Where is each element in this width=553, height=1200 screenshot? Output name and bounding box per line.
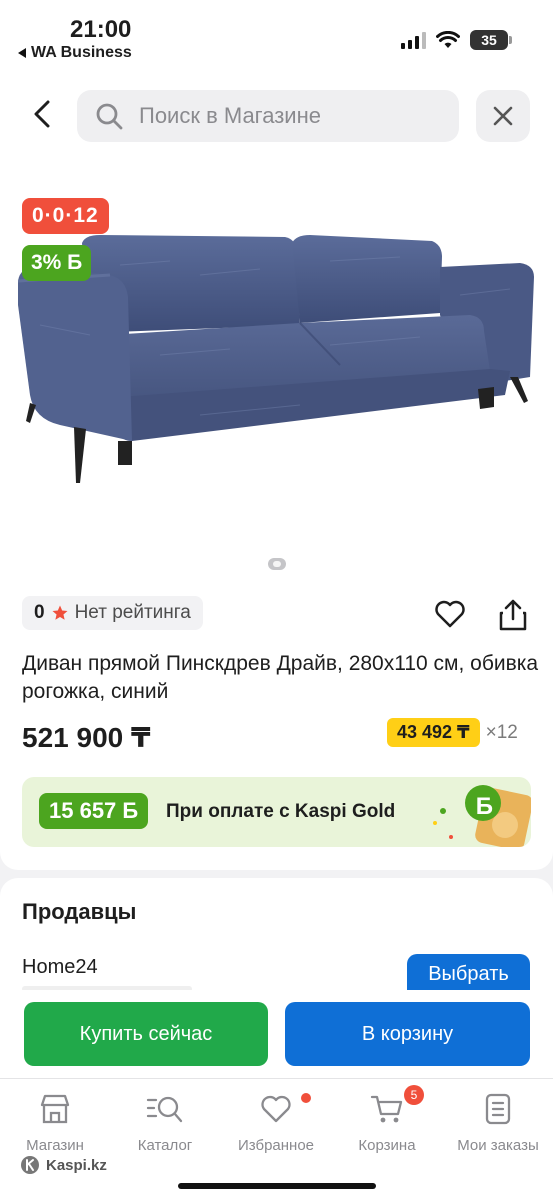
gold-bonus-text: При оплате с Kaspi Gold — [166, 801, 396, 822]
tab-cart[interactable]: 5 Корзина — [332, 1085, 442, 1154]
wifi-icon — [436, 31, 460, 48]
rating-chip[interactable]: 0 Нет рейтинга — [22, 596, 203, 630]
favorites-notification-dot — [301, 1093, 311, 1103]
product-card: 0·0·12 3% Б 0 Нет рейтинга Диван прямой … — [0, 165, 553, 870]
gallery-page-indicator — [268, 558, 286, 570]
tab-catalog[interactable]: Каталог — [110, 1091, 220, 1154]
share-icon — [499, 599, 527, 631]
tab-label-catalog: Каталог — [137, 1137, 193, 1154]
kaspi-logo-icon — [21, 1156, 39, 1174]
back-button[interactable] — [20, 92, 64, 136]
search-icon — [96, 103, 123, 130]
sellers-heading: Продавцы — [22, 899, 137, 924]
seller-name[interactable]: Home24 — [22, 956, 98, 979]
add-to-cart-button[interactable]: В корзину — [285, 1002, 530, 1066]
store-icon — [40, 1094, 70, 1124]
tab-store[interactable]: Магазин — [0, 1091, 110, 1154]
kaspi-gold-bonus-banner[interactable]: 15 657 Б При оплате с Kaspi Gold Б — [22, 777, 531, 847]
battery-indicator: 35 — [470, 30, 512, 50]
cart-count-badge: 5 — [404, 1085, 424, 1105]
product-image-gallery[interactable]: 0·0·12 3% Б — [0, 165, 553, 585]
installment-months: ×12 — [485, 721, 518, 743]
bottom-tab-bar: Магазин Каталог Избранное 5 Корзина Мои … — [0, 1078, 553, 1200]
installment-info[interactable]: 43 492 ₸ ×12 — [387, 718, 518, 747]
status-time: 21:00 — [70, 16, 132, 43]
heart-icon — [261, 1095, 291, 1123]
search-header — [0, 70, 553, 165]
back-app-label: WA Business — [31, 44, 132, 61]
buy-now-button[interactable]: Купить сейчас — [24, 1002, 268, 1066]
search-bar[interactable] — [77, 90, 459, 142]
tab-orders[interactable]: Мои заказы — [443, 1091, 553, 1154]
bonus-percent-badge: 3% Б — [22, 245, 92, 281]
close-icon — [493, 106, 513, 126]
choose-seller-button[interactable]: Выбрать — [407, 954, 530, 994]
tab-label-orders: Мои заказы — [457, 1137, 539, 1154]
home-indicator[interactable] — [178, 1183, 376, 1189]
catalog-search-icon — [146, 1096, 183, 1123]
installment-promo-badge: 0·0·12 — [22, 198, 109, 234]
kaspi-brand-text: Kaspi.kz — [46, 1156, 107, 1174]
chevron-left-icon — [34, 100, 50, 128]
heart-outline-icon — [435, 600, 465, 628]
orders-icon — [485, 1093, 511, 1125]
rating-value: 0 — [34, 602, 45, 623]
gold-bonus-amount: 15 657 Б — [39, 793, 149, 829]
product-title: Диван прямой Пинскдрев Драйв, 280x110 см… — [22, 652, 539, 703]
star-icon — [52, 605, 68, 620]
product-price: 521 900 ₸ — [22, 722, 151, 753]
installment-amount: 43 492 ₸ — [387, 718, 480, 747]
cart-icon — [370, 1095, 403, 1123]
search-input[interactable] — [139, 103, 419, 129]
tab-label-store: Магазин — [26, 1137, 84, 1154]
share-button[interactable] — [497, 598, 529, 637]
tab-label-cart: Корзина — [358, 1137, 416, 1154]
purchase-actions: Купить сейчас В корзину — [0, 990, 553, 1078]
back-triangle-icon — [18, 48, 26, 58]
favorite-button[interactable] — [434, 600, 466, 633]
close-search-button[interactable] — [476, 90, 530, 142]
cellular-signal-icon — [401, 31, 426, 49]
tab-favorites[interactable]: Избранное — [221, 1091, 331, 1154]
tab-label-favorites: Избранное — [237, 1137, 315, 1154]
status-bar: 21:00 WA Business 35 — [0, 0, 553, 70]
gold-deco-letter: Б — [475, 793, 493, 820]
rating-text: Нет рейтинга — [74, 602, 191, 623]
kaspi-brand-logo: Kaspi.kz — [20, 1155, 107, 1175]
back-to-app-link[interactable]: WA Business — [18, 44, 132, 62]
